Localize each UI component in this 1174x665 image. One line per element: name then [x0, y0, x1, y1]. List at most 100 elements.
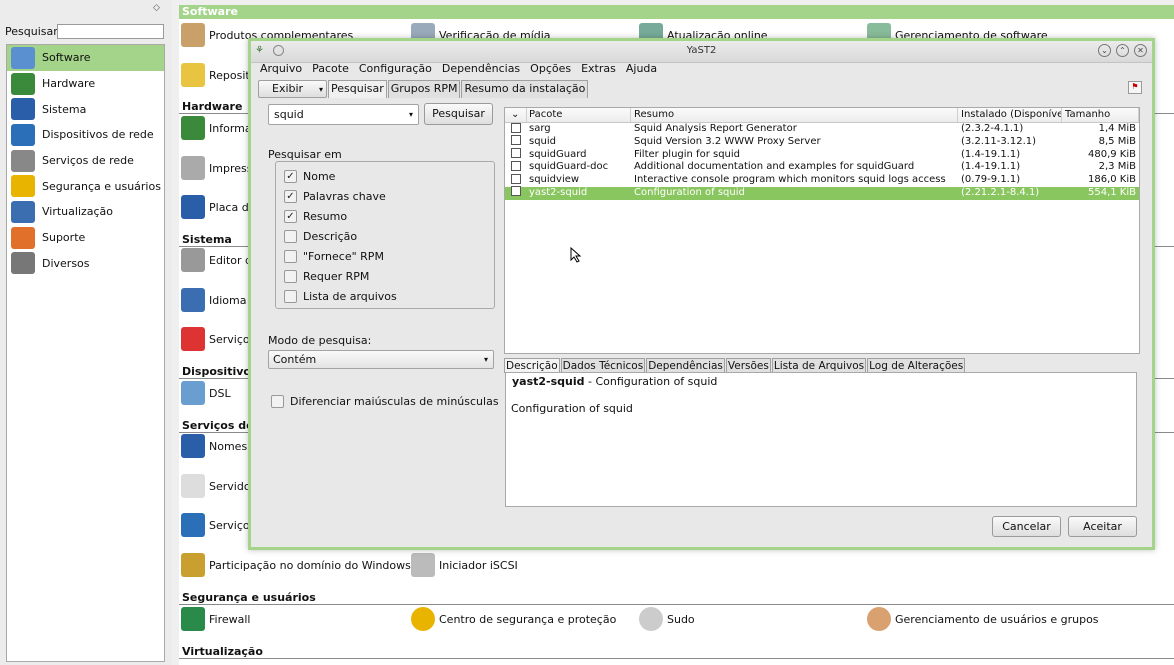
menu-3[interactable]: Dependências — [442, 61, 520, 79]
minimize-icon[interactable]: ⌄ — [1098, 44, 1111, 57]
package-checkbox[interactable] — [511, 122, 521, 133]
menu-6[interactable]: Ajuda — [626, 61, 657, 79]
tab-0[interactable]: Pesquisar — [328, 80, 387, 98]
package-checkbox-cell[interactable] — [505, 186, 527, 200]
maximize-icon[interactable]: ⌃ — [1116, 44, 1129, 57]
module-system-services[interactable]: Serviços — [181, 327, 255, 351]
details-tab-1[interactable]: Dados Técnicos — [560, 358, 646, 373]
menu-5[interactable]: Extras — [581, 61, 616, 79]
search-option-label: Resumo — [303, 210, 348, 223]
table-row[interactable]: squidview Interactive console program whi… — [505, 173, 1139, 187]
checkbox[interactable] — [284, 250, 297, 263]
checkbox[interactable] — [284, 290, 297, 303]
column-header-installed[interactable]: Instalado (Disponível) — [958, 108, 1062, 122]
menu-0[interactable]: Arquivo — [260, 61, 302, 79]
details-tab-5[interactable]: Log de Alterações — [867, 358, 966, 373]
menu-1[interactable]: Pacote — [312, 61, 349, 79]
search-option[interactable]: ✓ Resumo — [284, 210, 347, 223]
security-helmet-icon — [411, 607, 435, 631]
details-summary: - Configuration of squid — [584, 375, 718, 388]
package-checkbox-cell[interactable] — [505, 148, 527, 162]
window-titlebar[interactable]: ⚘ YaST2 ⌄ ⌃ ✕ — [251, 41, 1152, 63]
search-input[interactable] — [57, 24, 164, 39]
menu-2[interactable]: Configuração — [359, 61, 432, 79]
section-system: Sistema — [182, 233, 232, 246]
details-tab-0[interactable]: Descrição — [504, 358, 560, 373]
view-dropdown-button[interactable]: Exibir ▾ — [258, 80, 327, 98]
package-checkbox-cell[interactable] — [505, 173, 527, 187]
search-option[interactable]: "Fornece" RPM — [284, 250, 384, 263]
cell-size: 2,3 MiB — [1098, 161, 1136, 173]
sidebar-item-virtualiza-o[interactable]: Virtualização — [7, 199, 164, 225]
table-row[interactable]: squidGuard-doc Additional documentation a… — [505, 160, 1139, 174]
sort-chevron-icon[interactable]: ⌄ — [505, 108, 527, 122]
accept-button[interactable]: Aceitar — [1068, 516, 1137, 537]
sidebar-item-diversos[interactable]: Diversos — [7, 251, 164, 277]
package-checkbox[interactable] — [511, 148, 521, 159]
details-tab-3[interactable]: Versões — [725, 358, 771, 373]
package-checkbox-cell[interactable] — [505, 135, 527, 149]
checkbox[interactable]: ✓ — [284, 210, 297, 223]
module-language[interactable]: Idioma — [181, 288, 246, 312]
search-option[interactable]: ✓ Palavras chave — [284, 190, 386, 203]
table-row[interactable]: squidGuard Filter plugin for squid (1.4-19… — [505, 148, 1139, 162]
package-checkbox-cell[interactable] — [505, 160, 527, 174]
package-checkbox[interactable] — [511, 135, 521, 146]
table-row[interactable]: sarg Squid Analysis Report Generator (2.3.… — [505, 122, 1139, 136]
module-dsl[interactable]: DSL — [181, 381, 231, 405]
search-mode-select[interactable]: Contém ▾ — [268, 350, 494, 369]
details-heading: yast2-squid - Configuration of squid — [512, 375, 1131, 388]
search-option[interactable]: Lista de arquivos — [284, 290, 397, 303]
table-row[interactable]: yast2-squid Configuration of squid (2.21.2… — [505, 186, 1139, 200]
module-server[interactable]: Servidor — [181, 474, 255, 498]
mouse-cursor-icon — [570, 247, 582, 263]
search-option[interactable]: Requer RPM — [284, 270, 369, 283]
module-users-groups[interactable]: Gerenciamento de usuários e grupos — [867, 607, 1099, 631]
table-row[interactable]: squid Squid Version 3.2 WWW Proxy Server (… — [505, 135, 1139, 149]
module-firewall[interactable]: Firewall — [181, 607, 250, 631]
case-sensitive-option[interactable]: Diferenciar maiúsculas de minúsculas — [271, 395, 499, 408]
module-windows-domain[interactable]: Participação no domínio do Windows — [181, 553, 411, 577]
details-tab-4[interactable]: Lista de Arquivos — [771, 358, 867, 373]
details-tab-2[interactable]: Dependências — [646, 358, 725, 373]
tab-1[interactable]: Grupos RPM — [387, 80, 461, 98]
panel-toggle-icon[interactable]: ◇ — [153, 3, 160, 13]
menu-4[interactable]: Opções — [530, 61, 571, 79]
flag-icon[interactable]: ⚑ — [1128, 81, 1142, 94]
search-combo[interactable]: squid ▾ — [268, 104, 419, 125]
checkbox[interactable] — [284, 230, 297, 243]
close-icon[interactable]: ✕ — [1134, 44, 1147, 57]
search-option[interactable]: ✓ Nome — [284, 170, 335, 183]
package-checkbox-cell[interactable] — [505, 122, 527, 136]
column-header-summary[interactable]: Resumo — [631, 108, 958, 122]
column-header-package[interactable]: Pacote — [527, 108, 631, 122]
checkbox[interactable]: ✓ — [284, 170, 297, 183]
package-checkbox[interactable] — [511, 160, 521, 171]
sidebar-item-software[interactable]: Software — [7, 45, 164, 71]
sidebar-item-hardware[interactable]: Hardware — [7, 71, 164, 97]
sidebar-item-sistema[interactable]: Sistema — [7, 96, 164, 122]
tab-2[interactable]: Resumo da instalação — [461, 80, 589, 98]
checkbox[interactable] — [284, 270, 297, 283]
module-sudo[interactable]: Sudo — [639, 607, 695, 631]
module-network-services[interactable]: Serviços — [181, 513, 255, 537]
cancel-button[interactable]: Cancelar — [992, 516, 1061, 537]
module-security-center[interactable]: Centro de segurança e proteção — [411, 607, 616, 631]
package-checkbox[interactable] — [511, 173, 521, 184]
search-option-label: Descrição — [303, 230, 358, 243]
column-header-size[interactable]: Tamanho — [1062, 108, 1139, 122]
search-option[interactable]: Descrição — [284, 230, 357, 243]
module-iscsi-initiator[interactable]: Iniciador iSCSI — [411, 553, 518, 577]
search-button[interactable]: Pesquisar — [424, 103, 493, 125]
checkbox[interactable]: ✓ — [284, 190, 297, 203]
module-graphics-card[interactable]: Placa de — [181, 195, 255, 219]
module-repositories[interactable]: Repositó — [181, 63, 256, 87]
package-checkbox[interactable] — [511, 186, 521, 197]
module-hardware-info[interactable]: Informaç — [181, 116, 258, 140]
module-hostnames[interactable]: Nomes c — [181, 434, 257, 458]
sidebar-item-seguran-a-e-usu-rios[interactable]: Segurança e usuários — [7, 173, 164, 199]
sidebar-item-dispositivos-de-rede[interactable]: Dispositivos de rede — [7, 122, 164, 148]
case-sensitive-checkbox[interactable] — [271, 395, 284, 408]
sidebar-item-suporte[interactable]: Suporte — [7, 225, 164, 251]
sidebar-item-servi-os-de-rede[interactable]: Serviços de rede — [7, 148, 164, 174]
